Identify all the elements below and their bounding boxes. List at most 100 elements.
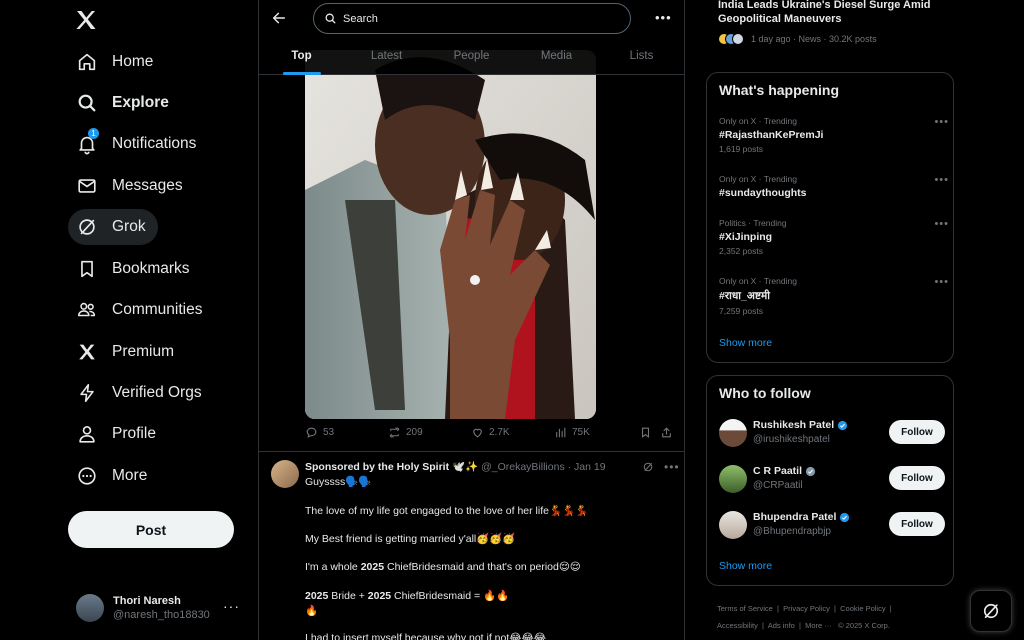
reply-count: 53 — [323, 427, 335, 438]
nav-communities-label: Communities — [112, 301, 203, 318]
show-more-link[interactable]: Show more — [719, 337, 772, 349]
left-nav: Home Explore 1 Notifications Messages Gr… — [0, 0, 258, 640]
right-sidebar: India Leads Ukraine's Diesel Surge Amid … — [700, 0, 960, 640]
follow-suggestion[interactable]: Bhupendra Patel @Bhupendrapbjp Follow — [719, 508, 945, 542]
bookmark-icon — [641, 427, 650, 438]
follow-suggestion[interactable]: C R Paatil @CRPaatil Follow — [719, 462, 945, 496]
follow-suggestion[interactable]: Rushikesh Patel @irushikeshpatel Follow — [719, 416, 945, 450]
show-more-link[interactable]: Show more — [719, 560, 772, 572]
more-dots-icon[interactable]: ••• — [934, 116, 949, 128]
user-handle: @CRPaatil — [753, 480, 803, 491]
more-dots-icon[interactable]: ••• — [934, 218, 949, 230]
avatar — [719, 511, 747, 539]
nav-premium[interactable]: Premium — [68, 334, 186, 370]
x-logo-icon[interactable] — [74, 8, 98, 32]
share-icon — [662, 427, 671, 438]
lightning-icon — [76, 382, 98, 404]
news-avatar — [732, 33, 744, 45]
like-button[interactable]: 2.7K — [471, 426, 510, 439]
panel-title: What's happening — [719, 82, 839, 98]
footer-link[interactable]: Cookie Policy — [840, 604, 885, 613]
share-button[interactable] — [660, 426, 678, 439]
repost-button[interactable]: 209 — [388, 426, 423, 439]
tweet-text-segment: ChiefBridesmaid and that's on period😌😌 — [386, 561, 581, 573]
trend-title: #sundaythoughts — [719, 187, 807, 199]
nav-verified-orgs[interactable]: Verified Orgs — [68, 375, 214, 411]
tweet-text-segment: I'm a whole — [305, 561, 358, 573]
trend-context: Only on X · Trending — [719, 174, 797, 184]
copyright: © 2025 X Corp. — [838, 621, 890, 630]
nav-notifications-label: Notifications — [112, 135, 197, 152]
tweet-text-bold: 2025 — [360, 561, 385, 573]
reply-button[interactable]: 53 — [305, 426, 334, 439]
more-circle-icon — [76, 465, 98, 487]
trend-item[interactable]: Only on X · Trending #sundaythoughts ••• — [719, 174, 949, 199]
back-arrow-icon[interactable] — [271, 10, 287, 26]
more-dots-icon[interactable]: ••• — [934, 276, 949, 288]
nav-bookmarks-label: Bookmarks — [112, 260, 190, 277]
more-options-icon[interactable]: ••• — [655, 10, 672, 25]
footer-link[interactable]: Ads info — [768, 621, 795, 630]
tab-media[interactable]: Media — [514, 42, 599, 75]
tweet-text-line: Guyssss🗣️🗣️ — [305, 476, 372, 488]
footer-link[interactable]: Accessibility — [717, 621, 758, 630]
search-input[interactable] — [343, 12, 603, 25]
bookmark-button[interactable] — [639, 426, 657, 439]
nav-messages[interactable]: Messages — [68, 168, 195, 204]
grok-chat-button[interactable] — [970, 590, 1012, 632]
tweet-text-line: The love of my life got engaged to the l… — [305, 505, 589, 517]
nav-more[interactable]: More — [68, 458, 159, 494]
user-name: Bhupendra Patel — [753, 511, 837, 523]
tab-lists[interactable]: Lists — [599, 42, 684, 75]
search-header: ••• Top Latest People Media Lists — [259, 0, 684, 75]
tab-latest[interactable]: Latest — [344, 42, 429, 75]
tab-people[interactable]: People — [429, 42, 514, 75]
tweet-image[interactable] — [305, 50, 596, 419]
tweet-date[interactable]: Jan 19 — [574, 461, 606, 473]
nav-grok[interactable]: Grok — [68, 209, 158, 245]
follow-button[interactable]: Follow — [889, 466, 945, 490]
tweet-text-bold: 2025 — [367, 590, 392, 602]
nav-home-label: Home — [112, 53, 154, 70]
repost-count: 209 — [406, 427, 423, 438]
grok-icon[interactable] — [642, 461, 654, 473]
account-switcher[interactable]: Thori Naresh @naresh_tho18830 ··· — [68, 586, 252, 630]
user-name: C R Paatil — [753, 465, 803, 477]
nav-bookmarks[interactable]: Bookmarks — [68, 251, 202, 287]
heart-icon — [473, 428, 482, 438]
whats-happening-panel: What's happening Only on X · Trending #R… — [706, 72, 954, 363]
footer-link[interactable]: Privacy Policy — [783, 604, 830, 613]
tweet-author[interactable]: Sponsored by the Holy Spirit 🕊️✨ — [305, 461, 478, 473]
trend-count: 2,352 posts — [719, 246, 763, 256]
footer-link[interactable]: Terms of Service — [717, 604, 773, 613]
nav-messages-label: Messages — [112, 177, 183, 194]
news-headline[interactable]: India Leads Ukraine's Diesel Surge Amid … — [718, 0, 958, 26]
post-button[interactable]: Post — [68, 511, 234, 548]
search-box[interactable] — [313, 3, 631, 34]
follow-button[interactable]: Follow — [889, 512, 945, 536]
tweet-text-line: 2025 Bride + 2025 ChiefBridesmaid = 🔥🔥 — [305, 589, 509, 602]
trend-item[interactable]: Politics · Trending #XiJinping 2,352 pos… — [719, 218, 949, 256]
verified-badge-icon — [805, 466, 816, 476]
nav-home[interactable]: Home — [68, 44, 165, 80]
views-button[interactable]: 75K — [554, 426, 590, 439]
tab-top[interactable]: Top — [259, 42, 344, 75]
trend-count: 1,619 posts — [719, 144, 763, 154]
tweet-text-segment: ChiefBridesmaid = 🔥🔥 — [394, 590, 510, 602]
nav-grok-label: Grok — [112, 218, 146, 235]
nav-premium-label: Premium — [112, 343, 175, 360]
footer-links: Terms of Service | Privacy Policy | Cook… — [717, 604, 892, 630]
footer-link[interactable]: More ··· — [805, 621, 832, 630]
user-handle: @irushikeshpatel — [753, 434, 830, 445]
nav-notifications[interactable]: 1 Notifications — [68, 126, 208, 162]
avatar[interactable] — [271, 460, 299, 488]
nav-profile[interactable]: Profile — [68, 416, 168, 452]
trend-item[interactable]: Only on X · Trending #राधा_अष्टमी 7,259 … — [719, 276, 949, 316]
tweet-handle[interactable]: @_OrekayBillions — [481, 461, 565, 473]
nav-explore[interactable]: Explore — [68, 85, 181, 121]
follow-button[interactable]: Follow — [889, 420, 945, 444]
trend-item[interactable]: Only on X · Trending #RajasthanKePremJi … — [719, 116, 949, 154]
more-dots-icon[interactable]: ••• — [934, 174, 949, 186]
more-dots-icon[interactable]: ••• — [664, 460, 680, 474]
nav-communities[interactable]: Communities — [68, 292, 214, 328]
